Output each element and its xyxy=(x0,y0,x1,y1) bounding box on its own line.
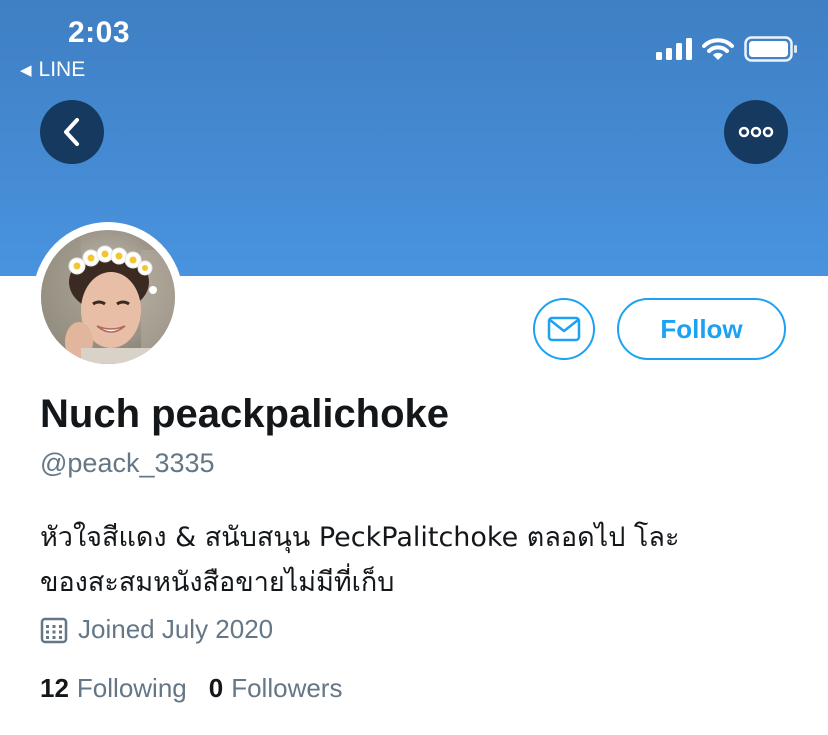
status-time: 2:03 xyxy=(68,16,131,49)
avatar[interactable] xyxy=(41,230,175,364)
mail-icon xyxy=(547,316,581,342)
profile-handle: @peack_3335 xyxy=(40,448,215,478)
follow-button[interactable]: Follow xyxy=(617,298,786,360)
joined-label: Joined July 2020 xyxy=(78,614,274,644)
profile-name: Nuch peackpalichoke xyxy=(40,392,450,436)
avatar-photo xyxy=(41,230,175,364)
avatar-frame xyxy=(33,222,183,372)
calendar-icon xyxy=(40,617,68,643)
bio-line: หัวใจสีแดง & สนับสนุน PeckPalitchoke ตลอ… xyxy=(40,522,680,553)
back-button[interactable] xyxy=(40,100,104,164)
back-triangle-icon: ◀ xyxy=(20,62,32,79)
follow-stats: 12 Following 0 Followers xyxy=(40,673,342,704)
following-count: 12 xyxy=(40,673,69,703)
battery-icon xyxy=(744,36,797,62)
followers-label: Followers xyxy=(231,673,343,703)
more-icon xyxy=(738,126,774,138)
status-icons xyxy=(656,36,798,62)
signal-icon xyxy=(656,38,692,60)
wifi-icon xyxy=(702,38,734,60)
back-to-app-link[interactable]: ◀ LINE xyxy=(20,58,85,82)
back-app-label: LINE xyxy=(38,58,86,81)
following-link[interactable]: 12 Following xyxy=(40,673,187,704)
chevron-left-icon xyxy=(64,118,79,146)
bio-line: ของสะสมหนังสือขายไม่มีที่เก็บ xyxy=(40,567,395,598)
message-button[interactable] xyxy=(533,298,595,360)
joined-date: Joined July 2020 xyxy=(40,614,273,645)
followers-link[interactable]: 0 Followers xyxy=(209,673,343,704)
profile-bio: หัวใจสีแดง & สนับสนุน PeckPalitchoke ตลอ… xyxy=(40,515,800,605)
followers-count: 0 xyxy=(208,673,224,703)
following-label: Following xyxy=(76,673,187,703)
more-options-button[interactable] xyxy=(724,100,788,164)
